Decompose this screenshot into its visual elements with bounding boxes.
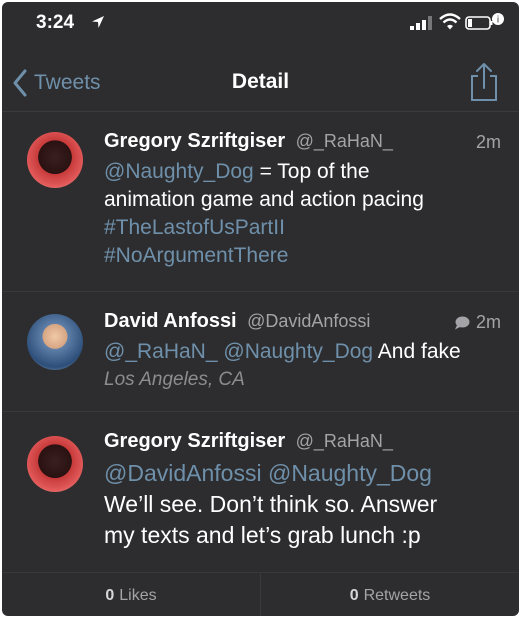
location-arrow-icon [92, 16, 104, 28]
tweet-age: 2m [454, 312, 501, 333]
retweets-button[interactable]: 0 Retweets [261, 573, 519, 616]
tweet-text: @_RaHaN_ @Naughty_Dog And fake [104, 338, 501, 366]
engagement-bar: 0 Likes 0 Retweets [2, 572, 519, 616]
avatar[interactable] [27, 314, 83, 370]
cellular-signal-icon [410, 16, 432, 30]
tweet-age-value: 2m [475, 312, 501, 332]
author-handle: @DavidAnfossi [247, 311, 371, 331]
tweet-text-segment: And fake [373, 340, 461, 363]
speech-bubble-icon [454, 316, 470, 330]
mention-link[interactable]: @DavidAnfossi [104, 460, 262, 486]
tweet-text-segment: = Top of the [253, 160, 370, 183]
mention-link[interactable]: @Naughty_Dog [268, 460, 432, 486]
wifi-icon [439, 13, 461, 30]
author-name: Gregory Szriftgiser [104, 130, 286, 152]
author-handle: @_RaHaN_ [295, 131, 393, 151]
tweet-text-line: animation game and action pacing [104, 188, 424, 211]
retweets-count: 0 [349, 586, 359, 604]
status-time: 3:24 [36, 12, 75, 33]
tweet-item[interactable]: David Anfossi @DavidAnfossi 2m @_RaHaN_ … [2, 292, 519, 412]
likes-count: 0 [105, 586, 115, 604]
mention-link[interactable]: @Naughty_Dog [223, 340, 373, 363]
tweet-text-line: my texts and let’s grab lunch :p [104, 522, 421, 548]
navigation-bar: Tweets Detail [2, 44, 519, 112]
share-icon[interactable] [468, 62, 500, 102]
tweet-text: @DavidAnfossi @Naughty_Dog We’ll see. Do… [104, 458, 501, 551]
hashtag-link[interactable]: #TheLastofUsPartII [104, 214, 501, 242]
tweet-text-line: We’ll see. Don’t think so. Answer [104, 491, 438, 517]
tweet-detail-screen: 3:24 i Tweets Detail Gregory Szriftgiser… [2, 2, 519, 616]
mention-link[interactable]: @Naughty_Dog [104, 160, 254, 183]
tweet-location[interactable]: Los Angeles, CA [104, 366, 501, 394]
avatar[interactable] [27, 132, 83, 188]
battery-icon: i [465, 13, 504, 30]
tweet-text: @Naughty_Dog = Top of the animation game… [104, 158, 501, 270]
page-title: Detail [231, 70, 290, 93]
author-name: Gregory Szriftgiser [104, 430, 286, 452]
likes-label: Likes [119, 586, 157, 604]
tweet-item[interactable]: Gregory Szriftgiser @_RaHaN_ @DavidAnfos… [2, 412, 519, 572]
mention-link[interactable]: @_RaHaN_ [104, 340, 218, 363]
status-bar: 3:24 i [2, 2, 519, 44]
retweets-label: Retweets [363, 586, 431, 604]
likes-button[interactable]: 0 Likes [2, 573, 260, 616]
author-handle: @_RaHaN_ [295, 431, 393, 451]
avatar[interactable] [27, 436, 83, 492]
svg-text:i: i [497, 16, 500, 26]
tweet-item[interactable]: Gregory Szriftgiser @_RaHaN_ 2m @Naughty… [2, 112, 519, 292]
tweet-age: 2m [475, 132, 501, 152]
author-name: David Anfossi [104, 310, 237, 332]
hashtag-link[interactable]: #NoArgumentThere [104, 242, 501, 270]
